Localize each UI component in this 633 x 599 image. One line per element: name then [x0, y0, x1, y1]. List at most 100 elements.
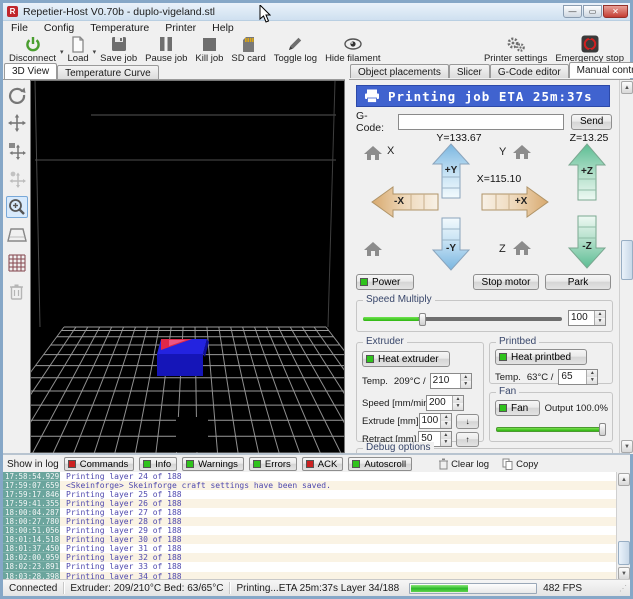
scroll-down-icon[interactable]: ▼	[621, 440, 633, 453]
tab-manual-control[interactable]: Manual control	[569, 62, 633, 78]
hide-filament-button[interactable]: Hide filament	[321, 35, 384, 64]
send-button[interactable]: Send	[571, 114, 612, 130]
park-button[interactable]: Park	[545, 274, 611, 290]
menu-file[interactable]: File	[3, 22, 36, 35]
tab-object-placements[interactable]: Object placements	[350, 64, 449, 78]
tab-gcode-editor[interactable]: G-Code editor	[490, 64, 569, 78]
close-button[interactable]: ✕	[603, 5, 628, 18]
commands-filter[interactable]: Commands	[64, 457, 135, 471]
fan-slider-thumb[interactable]	[599, 423, 606, 436]
speed-multiply-spinner[interactable]: 100 ▲▼	[568, 310, 606, 326]
scroll-up-icon[interactable]: ▲	[618, 473, 630, 486]
jog-controls: X +Y Y	[349, 143, 619, 271]
jog-minus-y-button[interactable]: -Y	[431, 217, 471, 271]
view-tool-column	[3, 80, 30, 454]
gcode-input[interactable]	[398, 114, 564, 130]
kill-job-button[interactable]: Kill job	[191, 35, 227, 64]
speed-spinner[interactable]: 200 ▲▼	[426, 395, 464, 411]
power-button[interactable]: Power	[356, 274, 414, 290]
info-filter[interactable]: Info	[139, 457, 177, 471]
emergency-stop-button[interactable]: Emergency stop	[551, 35, 628, 64]
copy-log-button[interactable]: Copy	[498, 457, 542, 471]
extruder-current-temp: 209°C /	[394, 376, 426, 387]
disconnect-button[interactable]: Disconnect	[5, 35, 60, 64]
menu-bar: File Config Temperature Printer Help	[3, 22, 630, 35]
move-object-tool[interactable]	[6, 140, 28, 162]
zoom-tool[interactable]	[6, 196, 28, 218]
menu-temperature[interactable]: Temperature	[82, 22, 157, 35]
maximize-button[interactable]: ▭	[583, 5, 602, 18]
menu-printer[interactable]: Printer	[157, 22, 204, 35]
home-y-icon[interactable]	[512, 144, 532, 160]
heat-printbed-button[interactable]: Heat printbed	[495, 349, 587, 365]
delete-object-tool[interactable]	[6, 280, 28, 302]
rotate-view-tool[interactable]	[6, 84, 28, 106]
3d-viewport[interactable]	[30, 80, 345, 454]
jog-minus-z-button[interactable]: -Z	[567, 215, 607, 269]
home-z-icon[interactable]	[512, 240, 532, 256]
print-status-text: Printing job ETA 25m:37s	[388, 89, 593, 104]
heat-extruder-button[interactable]: Heat extruder	[362, 351, 450, 367]
save-job-button[interactable]: Save job	[96, 35, 141, 64]
home-x-icon[interactable]	[363, 145, 383, 161]
warnings-filter[interactable]: Warnings	[182, 457, 244, 471]
grid-icon	[8, 254, 26, 272]
resize-grip[interactable]: ⋰	[619, 584, 630, 593]
jog-minus-x-button[interactable]: -X	[371, 185, 439, 219]
errors-filter[interactable]: Errors	[249, 457, 297, 471]
tab-3d-view[interactable]: 3D View	[4, 63, 57, 79]
pause-job-button[interactable]: Pause job	[141, 35, 191, 64]
extruder-setpoint-spinner[interactable]: 210 ▲▼	[430, 373, 472, 389]
toggle-log-button[interactable]: Toggle log	[270, 35, 321, 64]
show-grid-tool[interactable]	[6, 252, 28, 274]
printer-settings-button[interactable]: Printer settings	[480, 35, 551, 64]
show-in-log-label: Show in log	[7, 459, 59, 470]
tab-slicer[interactable]: Slicer	[449, 64, 490, 78]
scroll-up-icon[interactable]: ▲	[621, 81, 633, 94]
power-icon	[24, 36, 42, 52]
log-scrollbar[interactable]: ▲ ▼	[616, 472, 630, 581]
tab-temperature-curve[interactable]: Temperature Curve	[57, 65, 159, 79]
load-button[interactable]: Load	[64, 35, 93, 64]
show-faces-tool[interactable]	[6, 224, 28, 246]
extrude-button[interactable]: ↓	[456, 414, 479, 429]
ack-filter[interactable]: ACK	[302, 457, 344, 471]
menu-help[interactable]: Help	[204, 22, 242, 35]
log-output[interactable]: 17:58:54.929Printing layer 24 of 188 17:…	[3, 472, 616, 581]
fan-slider[interactable]	[496, 423, 606, 436]
fan-button[interactable]: Fan	[495, 400, 540, 416]
scroll-thumb[interactable]	[621, 240, 633, 280]
title-bar[interactable]: R Repetier-Host V0.70b - duplo-vigeland.…	[3, 3, 630, 21]
sd-card-button[interactable]: SD card	[227, 35, 269, 64]
clear-log-button[interactable]: Clear log	[435, 457, 493, 471]
autoscroll-filter[interactable]: Autoscroll	[348, 457, 412, 471]
axis-z-label: Z	[499, 243, 506, 255]
gcode-label: G-Code:	[356, 110, 394, 134]
move-viewpoint-tool[interactable]	[6, 168, 28, 190]
heat-printbed-led	[499, 353, 507, 361]
extrude-spinner[interactable]: 100 ▲▼	[419, 413, 453, 429]
pencil-icon	[287, 36, 303, 52]
slider-thumb[interactable]	[419, 313, 426, 326]
connection-status: Connected	[3, 583, 63, 594]
jog-plus-x-button[interactable]: +X	[481, 185, 549, 219]
manual-scrollbar[interactable]: ▲ ▼	[619, 80, 633, 454]
printbed-setpoint-spinner[interactable]: 65 ▲▼	[558, 369, 598, 385]
move-view-tool[interactable]	[6, 112, 28, 134]
log-entry: 18:01:37.450Printing layer 31 of 188	[3, 544, 616, 553]
spin-up-icon[interactable]: ▲	[595, 311, 605, 318]
scroll-thumb[interactable]	[618, 541, 630, 565]
speed-multiply-slider[interactable]	[363, 313, 562, 325]
extruder-group: Extruder Heat extruder Temp. 209°C / 210…	[356, 342, 484, 442]
stop-motor-button[interactable]: Stop motor	[473, 274, 539, 290]
spin-down-icon[interactable]: ▼	[595, 318, 605, 325]
menu-config[interactable]: Config	[36, 22, 82, 35]
home-all-icon[interactable]	[363, 241, 383, 257]
log-entry: 18:02:00.959Printing layer 32 of 188	[3, 553, 616, 562]
speed-multiply-label: Speed Multiply	[363, 294, 435, 305]
jog-plus-z-button[interactable]: +Z	[567, 143, 607, 201]
retract-button[interactable]: ↑	[456, 432, 479, 447]
view-panel: 3D View Temperature Curve	[3, 62, 345, 453]
move-icon	[8, 114, 26, 132]
minimize-button[interactable]: —	[563, 5, 582, 18]
